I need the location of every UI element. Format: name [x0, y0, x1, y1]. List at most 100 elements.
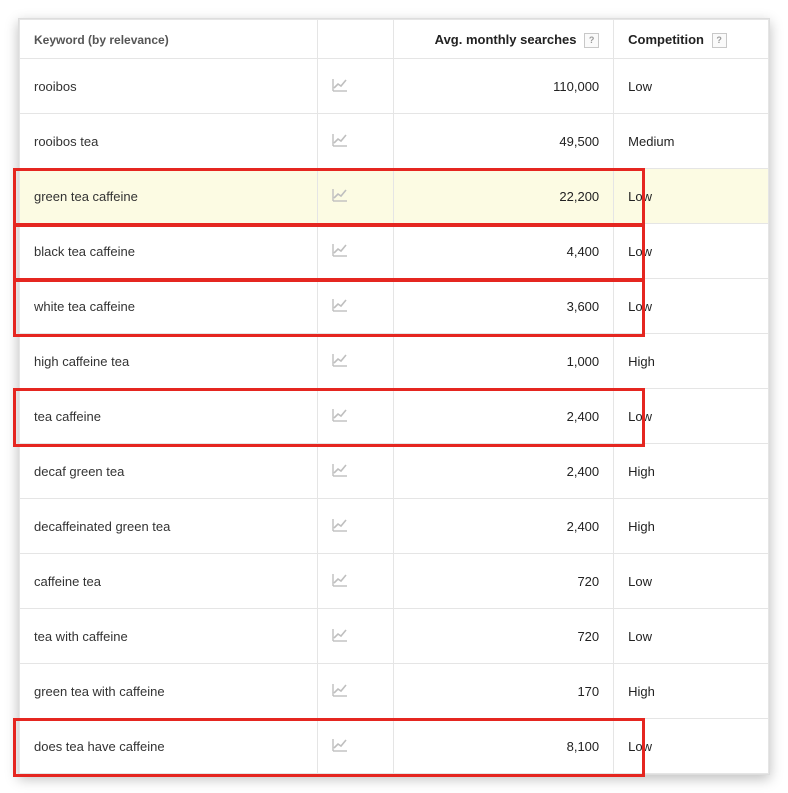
table-row[interactable]: black tea caffeine 4,400 Low: [20, 224, 769, 279]
trend-cell[interactable]: [317, 334, 394, 389]
trend-icon[interactable]: [332, 463, 348, 480]
trend-cell[interactable]: [317, 554, 394, 609]
keyword-cell[interactable]: white tea caffeine: [20, 279, 318, 334]
trend-icon[interactable]: [332, 518, 348, 535]
keyword-cell[interactable]: decaf green tea: [20, 444, 318, 499]
keyword-text: black tea caffeine: [34, 244, 135, 259]
keyword-cell[interactable]: caffeine tea: [20, 554, 318, 609]
keyword-text: tea with caffeine: [34, 629, 128, 644]
trend-icon[interactable]: [332, 188, 348, 205]
trend-cell[interactable]: [317, 279, 394, 334]
keyword-panel: Keyword (by relevance) Avg. monthly sear…: [18, 18, 770, 775]
table-row[interactable]: white tea caffeine 3,600 Low: [20, 279, 769, 334]
keyword-table: Keyword (by relevance) Avg. monthly sear…: [19, 19, 769, 774]
trend-icon[interactable]: [332, 408, 348, 425]
keyword-cell[interactable]: tea caffeine: [20, 389, 318, 444]
searches-value: 4,400: [567, 244, 600, 259]
trend-icon[interactable]: [332, 78, 348, 95]
keyword-text: rooibos: [34, 79, 77, 94]
trend-cell[interactable]: [317, 499, 394, 554]
trend-cell[interactable]: [317, 444, 394, 499]
trend-cell[interactable]: [317, 609, 394, 664]
keyword-cell[interactable]: tea with caffeine: [20, 609, 318, 664]
competition-cell: Low: [614, 59, 769, 114]
keyword-cell[interactable]: high caffeine tea: [20, 334, 318, 389]
trend-icon[interactable]: [332, 353, 348, 370]
competition-cell: High: [614, 499, 769, 554]
keyword-cell[interactable]: rooibos tea: [20, 114, 318, 169]
keyword-text: green tea with caffeine: [34, 684, 165, 699]
competition-cell: High: [614, 664, 769, 719]
header-searches-label: Avg. monthly searches: [435, 32, 577, 47]
searches-cell: 4,400: [394, 224, 614, 279]
trend-cell[interactable]: [317, 59, 394, 114]
keyword-cell[interactable]: does tea have caffeine: [20, 719, 318, 774]
competition-value: Low: [628, 409, 652, 424]
competition-value: Low: [628, 244, 652, 259]
trend-cell[interactable]: [317, 664, 394, 719]
searches-cell: 110,000: [394, 59, 614, 114]
table-row[interactable]: does tea have caffeine8,100Low: [20, 719, 769, 774]
help-icon[interactable]: ?: [712, 33, 727, 48]
keyword-cell[interactable]: decaffeinated green tea: [20, 499, 318, 554]
keyword-cell[interactable]: black tea caffeine: [20, 224, 318, 279]
header-competition[interactable]: Competition ?: [614, 20, 769, 59]
trend-icon[interactable]: [332, 683, 348, 700]
trend-cell[interactable]: [317, 114, 394, 169]
competition-value: Low: [628, 629, 652, 644]
competition-value: Low: [628, 189, 652, 204]
searches-cell: 2,400: [394, 499, 614, 554]
header-keyword[interactable]: Keyword (by relevance): [20, 20, 318, 59]
keyword-text: tea caffeine: [34, 409, 101, 424]
keyword-text: rooibos tea: [34, 134, 98, 149]
trend-cell[interactable]: [317, 169, 394, 224]
table-row[interactable]: high caffeine tea 1,000 High: [20, 334, 769, 389]
trend-cell[interactable]: [317, 389, 394, 444]
trend-icon[interactable]: [332, 628, 348, 645]
searches-cell: 170: [394, 664, 614, 719]
keyword-cell[interactable]: green tea caffeine: [20, 169, 318, 224]
searches-cell: 3,600: [394, 279, 614, 334]
competition-value: Low: [628, 299, 652, 314]
trend-cell[interactable]: [317, 719, 394, 774]
searches-value: 2,400: [567, 409, 600, 424]
table-row[interactable]: tea caffeine 2,400 Low: [20, 389, 769, 444]
searches-value: 8,100: [567, 739, 600, 754]
keyword-cell[interactable]: rooibos: [20, 59, 318, 114]
searches-value: 2,400: [567, 464, 600, 479]
table-row[interactable]: caffeine tea720Low: [20, 554, 769, 609]
searches-cell: 2,400: [394, 444, 614, 499]
trend-icon[interactable]: [332, 573, 348, 590]
header-row: Keyword (by relevance) Avg. monthly sear…: [20, 20, 769, 59]
trend-icon[interactable]: [332, 133, 348, 150]
help-icon[interactable]: ?: [584, 33, 599, 48]
table-row[interactable]: rooibos tea 49,500 Medium: [20, 114, 769, 169]
table-row[interactable]: rooibos 110,000Low: [20, 59, 769, 114]
table-row[interactable]: green tea caffeine 22,200 Low: [20, 169, 769, 224]
searches-value: 1,000: [567, 354, 600, 369]
header-keyword-label: Keyword (by relevance): [34, 33, 169, 47]
searches-cell: 2,400: [394, 389, 614, 444]
header-searches[interactable]: Avg. monthly searches ?: [394, 20, 614, 59]
competition-cell: Low: [614, 224, 769, 279]
searches-value: 49,500: [559, 134, 599, 149]
table-row[interactable]: green tea with caffeine 170High: [20, 664, 769, 719]
competition-cell: Low: [614, 554, 769, 609]
trend-icon[interactable]: [332, 298, 348, 315]
trend-cell[interactable]: [317, 224, 394, 279]
keyword-text: white tea caffeine: [34, 299, 135, 314]
table-row[interactable]: decaffeinated green tea 2,400High: [20, 499, 769, 554]
searches-cell: 49,500: [394, 114, 614, 169]
keyword-cell[interactable]: green tea with caffeine: [20, 664, 318, 719]
table-row[interactable]: tea with caffeine 720 Low: [20, 609, 769, 664]
searches-value: 720: [577, 629, 599, 644]
keyword-text: decaf green tea: [34, 464, 124, 479]
competition-value: Low: [628, 574, 652, 589]
table-row[interactable]: decaf green tea2,400High: [20, 444, 769, 499]
competition-cell: High: [614, 334, 769, 389]
trend-icon[interactable]: [332, 738, 348, 755]
searches-cell: 8,100: [394, 719, 614, 774]
trend-icon[interactable]: [332, 243, 348, 260]
competition-value: Medium: [628, 134, 674, 149]
searches-value: 22,200: [559, 189, 599, 204]
